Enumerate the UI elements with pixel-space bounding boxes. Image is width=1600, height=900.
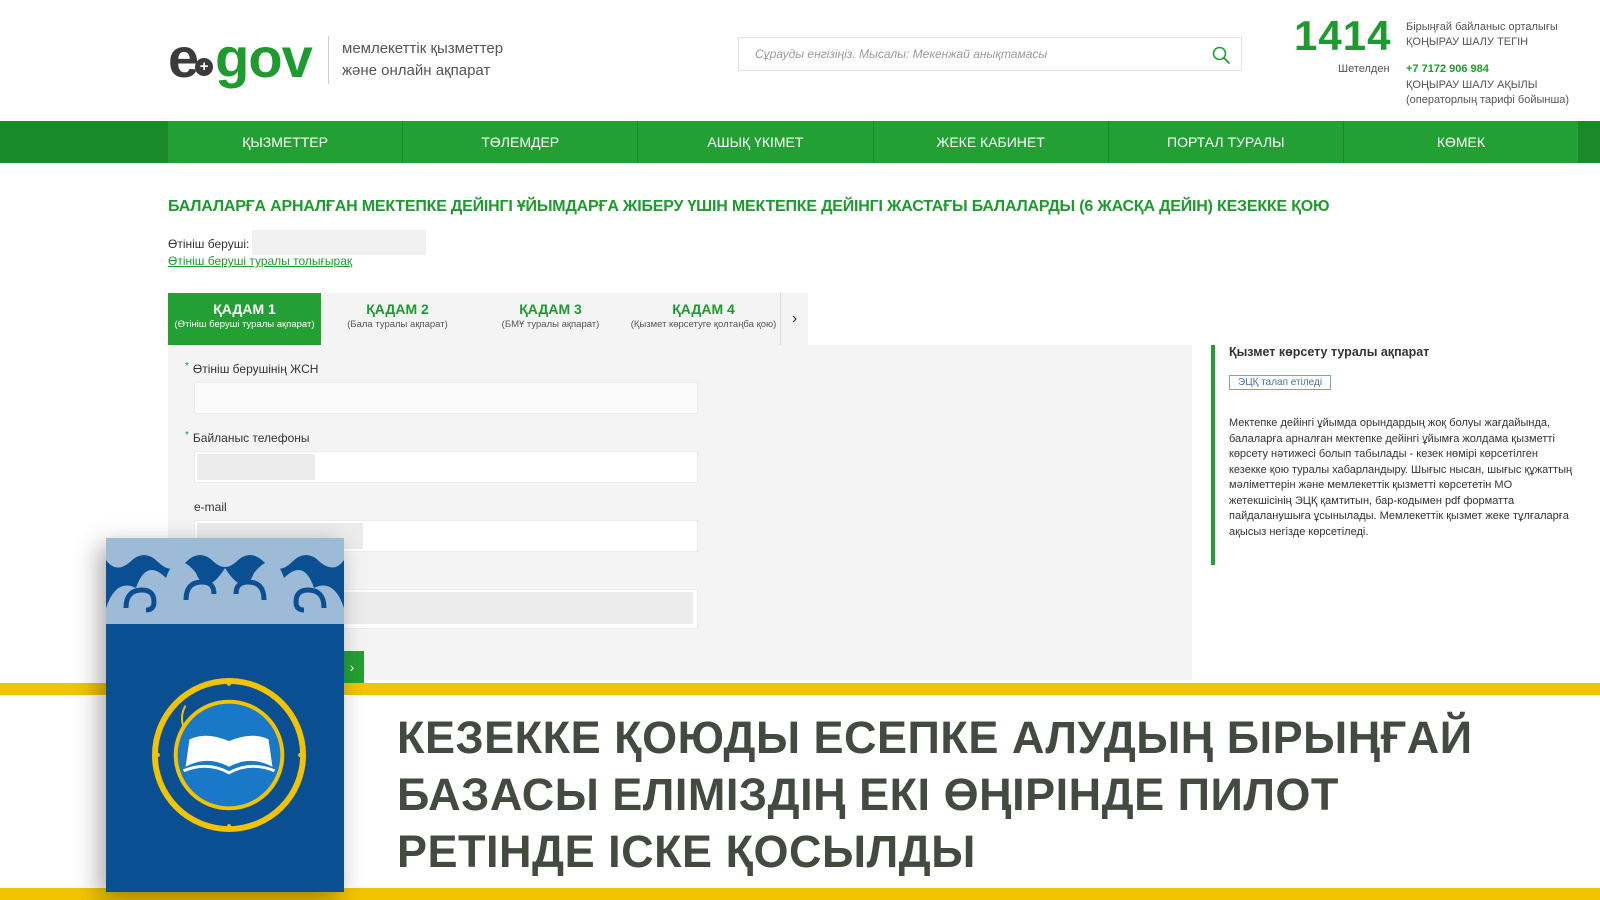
service-info-title: Қызмет көрсету туралы ақпарат: [1229, 345, 1430, 359]
logo-e: e: [168, 26, 199, 89]
phone-input[interactable]: [194, 451, 698, 483]
banner-headline: КЕЗЕККЕ ҚОЮДЫ ЕСЕПКЕ АЛУДЫҢ БІРЫҢҒАЙ БАЗ…: [397, 709, 1587, 880]
headline-line-1: КЕЗЕККЕ ҚОЮДЫ ЕСЕПКЕ АЛУДЫҢ БІРЫҢҒАЙ: [397, 712, 1473, 763]
iin-label-text: Өтініш берушінің ЖСН: [192, 362, 319, 376]
required-mark: *: [185, 430, 189, 441]
email-field-label: e-mail: [194, 500, 227, 514]
step-tab-4[interactable]: ҚАДАМ 4 (Қызмет көрсетуге қолтаңба қою): [627, 293, 780, 345]
page-title: БАЛАЛАРҒА АРНАЛҒАН МЕКТЕПКЕ ДЕЙІНГІ ҰЙЫМ…: [168, 198, 1330, 215]
step-tab-2[interactable]: ҚАДАМ 2 (Бала туралы ақпарат): [321, 293, 474, 345]
abroad-label: Шетелден: [1338, 63, 1390, 75]
nav-item-open-government[interactable]: АШЫҚ ҮКІМЕТ: [638, 121, 874, 163]
search-box: [738, 37, 1242, 71]
abroad-note: ҚОҢЫРАУ ШАЛУ АҚЫЛЫ (операторлың тарифі б…: [1406, 78, 1596, 108]
step-subtitle: (Қызмет көрсетуге қолтаңба қою): [630, 319, 777, 330]
phone-label-text: Байланыс телефоны: [192, 431, 310, 445]
main-nav-menu: ҚЫЗМЕТТЕР ТӨЛЕМДЕР АШЫҚ ҮКІМЕТ ЖЕКЕ КАБИ…: [168, 121, 1578, 163]
step-tabs: ҚАДАМ 1 (Өтініш беруші туралы ақпарат) Қ…: [168, 293, 808, 357]
step-tab-1[interactable]: ҚАДАМ 1 (Өтініш беруші туралы ақпарат): [168, 293, 321, 357]
tagline-line-2: және онлайн ақпарат: [342, 62, 491, 79]
iin-input[interactable]: [194, 382, 698, 414]
main-nav: ҚЫЗМЕТТЕР ТӨЛЕМДЕР АШЫҚ ҮКІМЕТ ЖЕКЕ КАБИ…: [0, 121, 1600, 163]
headline-line-2: БАЗАСЫ ЕЛІМІЗДІҢ ЕКІ ӨҢІРІНДЕ ПИЛОТ: [397, 769, 1339, 820]
applicant-value: [252, 230, 426, 255]
eds-required-badge: ЭЦҚ талап етіледі: [1229, 375, 1332, 390]
ministry-book-image: [106, 538, 344, 892]
nav-item-about-portal[interactable]: ПОРТАЛ ТУРАЛЫ: [1109, 121, 1344, 163]
step-subtitle: (Өтініш беруші туралы ақпарат): [174, 319, 315, 330]
abroad-note-2: (операторлың тарифі бойынша): [1406, 94, 1570, 106]
egov-logo[interactable]: e + gov: [168, 26, 313, 89]
hotline-label: Бірыңғай байланыс орталығы ҚОҢЫРАУ ШАЛУ …: [1406, 20, 1596, 50]
step-title: ҚАДАМ 1: [213, 301, 276, 317]
kazakh-ornament-icon: [106, 538, 344, 624]
step-subtitle: (Бала туралы ақпарат): [347, 319, 448, 330]
applicant-label: Өтініш беруші:: [168, 237, 250, 251]
step-title: ҚАДАМ 3: [519, 301, 582, 317]
hotline-number[interactable]: 1414: [1294, 12, 1391, 60]
logo-tagline: мемлекеттік қызметтер және онлайн ақпара…: [342, 38, 542, 82]
step-title: ҚАДАМ 4: [672, 301, 735, 317]
headline-line-3: РЕТІНДЕ ІСКЕ ҚОСЫЛДЫ: [397, 826, 976, 877]
required-mark: *: [185, 361, 189, 372]
logo-plus-icon: +: [195, 58, 214, 76]
nav-item-help[interactable]: КӨМЕК: [1344, 121, 1578, 163]
hotline-label-2: ҚОҢЫРАУ ШАЛУ ТЕГІН: [1406, 36, 1529, 48]
service-info-panel: Қызмет көрсету туралы ақпарат ЭЦҚ талап …: [1211, 345, 1573, 565]
logo-divider: [328, 36, 329, 84]
nav-item-personal-cabinet[interactable]: ЖЕКЕ КАБИНЕТ: [874, 121, 1109, 163]
iin-field-label: * Өтініш берушінің ЖСН: [185, 361, 319, 376]
step-tab-3[interactable]: ҚАДАМ 3 (БМҰ туралы ақпарат): [474, 293, 627, 345]
phone-field-label: * Байланыс телефоны: [185, 430, 310, 445]
tagline-line-1: мемлекеттік қызметтер: [342, 40, 504, 57]
service-info-text: Мектепке дейінгі ұйымда орындардың жоқ б…: [1229, 417, 1573, 538]
search-icon[interactable]: [1211, 45, 1231, 65]
hotline-label-1: Бірыңғай байланыс орталығы: [1406, 21, 1558, 33]
abroad-phone[interactable]: +7 7172 906 984: [1406, 63, 1489, 75]
ministry-of-education-emblem: [151, 677, 307, 833]
abroad-note-1: ҚОҢЫРАУ ШАЛУ АҚЫЛЫ: [1406, 79, 1538, 91]
applicant-details-link[interactable]: Өтініш беруші туралы толығырақ: [168, 254, 352, 268]
logo-gov: gov: [215, 26, 313, 89]
step-title: ҚАДАМ 2: [366, 301, 429, 317]
nav-item-payments[interactable]: ТӨЛЕМДЕР: [403, 121, 639, 163]
nav-item-services[interactable]: ҚЫЗМЕТТЕР: [168, 121, 404, 163]
site-header: e + gov мемлекеттік қызметтер және онлай…: [0, 0, 1600, 120]
step-subtitle: (БМҰ туралы ақпарат): [501, 319, 600, 330]
steps-next-arrow-icon[interactable]: ›: [780, 293, 808, 345]
search-input[interactable]: [739, 38, 1199, 70]
phone-input-value: [197, 454, 315, 480]
